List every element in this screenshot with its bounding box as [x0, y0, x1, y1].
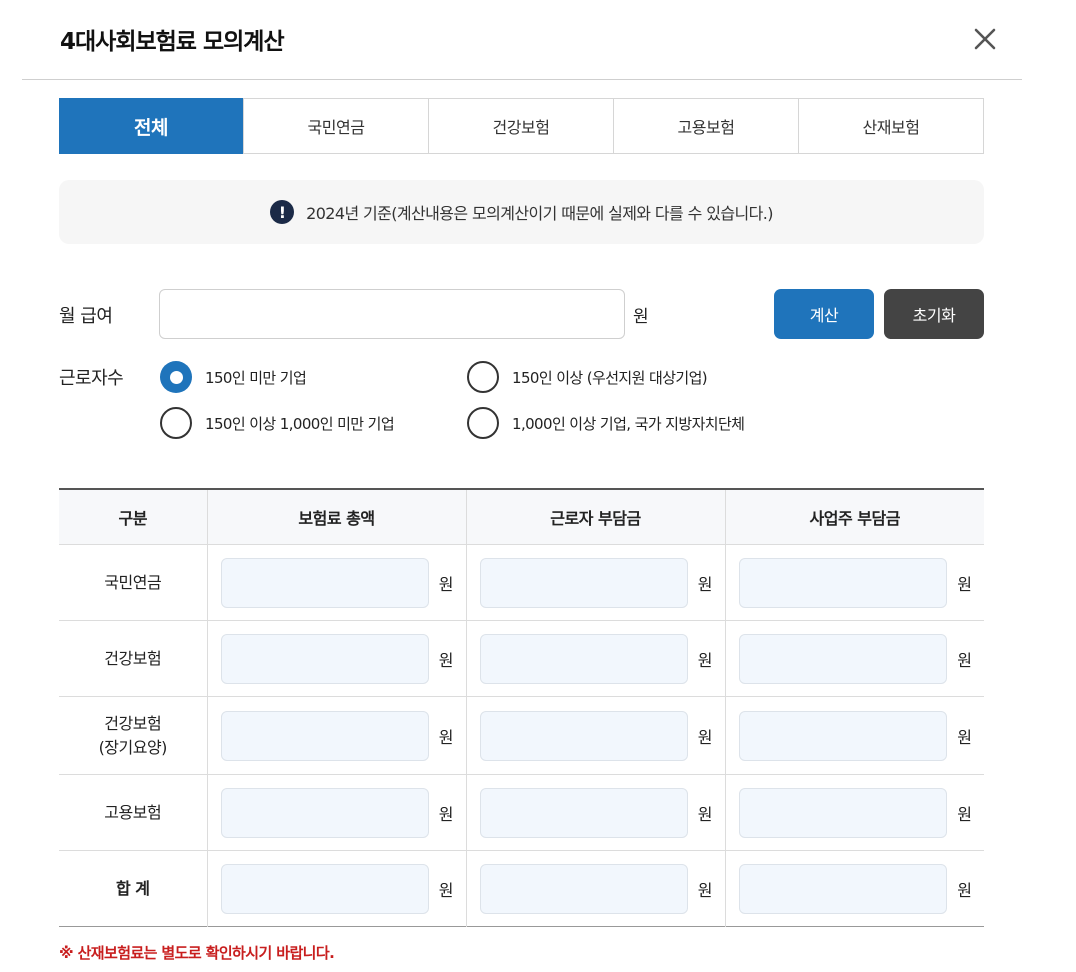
unit-label: 원 — [438, 880, 454, 900]
radio-over-1000-government[interactable]: 1,000인 이상 기업, 국가 지방자치단체 — [467, 407, 745, 439]
radio-label: 1,000인 이상 기업, 국가 지방자치단체 — [512, 414, 745, 433]
radio-label: 150인 이상 (우선지원 대상기업) — [512, 368, 708, 387]
table-row: 합 계 원 원 원 — [59, 850, 984, 927]
employment-total-field[interactable] — [220, 787, 429, 838]
unit-label: 원 — [697, 727, 713, 747]
tab-all[interactable]: 전체 — [59, 98, 243, 154]
unit-label: 원 — [438, 727, 454, 747]
exclamation-icon: ! — [270, 200, 295, 224]
unit-label: 원 — [438, 804, 454, 824]
radio-under-150[interactable]: 150인 미만 기업 — [160, 361, 307, 393]
health-employer-field[interactable] — [738, 633, 948, 684]
longterm-employer-field[interactable] — [738, 710, 948, 761]
pension-employee-field[interactable] — [479, 557, 688, 608]
unit-label: 원 — [957, 574, 972, 594]
calculate-button[interactable]: 계산 — [774, 289, 874, 339]
employment-employee-field[interactable] — [479, 787, 688, 838]
unit-label: 원 — [438, 574, 454, 594]
notice-box: ! 2024년 기준(계산내용은 모의계산이기 때문에 실제와 다를 수 있습니… — [59, 180, 984, 244]
unit-label: 원 — [438, 650, 454, 670]
radio-circle — [467, 361, 499, 393]
unit-label: 원 — [957, 727, 972, 747]
tab-health-insurance[interactable]: 건강보험 — [428, 99, 613, 153]
notice-text: 2024년 기준(계산내용은 모의계산이기 때문에 실제와 다를 수 있습니다.… — [306, 204, 773, 223]
employment-employer-field[interactable] — [738, 787, 948, 838]
premium-table: 구분 보험료 총액 근로자 부담금 사업주 부담금 국민연금 원 원 원 건강보… — [59, 488, 984, 927]
health-total-field[interactable] — [220, 633, 429, 684]
row-label-long-term-care: 건강보험 (장기요양) — [59, 696, 207, 775]
radio-150-to-1000[interactable]: 150인 이상 1,000인 미만 기업 — [160, 407, 395, 439]
unit-label: 원 — [957, 804, 972, 824]
header-employer: 사업주 부담금 — [724, 489, 984, 545]
table-row: 고용보험 원 원 원 — [59, 774, 984, 851]
dialog-header: 4대사회보험료 모의계산 — [22, 0, 1022, 80]
unit-label: 원 — [697, 880, 713, 900]
row-label-line1: 건강보험 — [104, 713, 162, 733]
radio-label: 150인 미만 기업 — [205, 368, 307, 387]
radio-circle — [160, 361, 192, 393]
row-label-employment-insurance: 고용보험 — [59, 774, 207, 851]
table-header-row: 구분 보험료 총액 근로자 부담금 사업주 부담금 — [59, 489, 984, 545]
table-row: 국민연금 원 원 원 — [59, 544, 984, 621]
radio-circle — [160, 407, 192, 439]
radio-circle — [467, 407, 499, 439]
dialog-title: 4대사회보험료 모의계산 — [60, 29, 285, 55]
header-total: 보험료 총액 — [206, 489, 466, 545]
salary-label: 월 급여 — [59, 306, 113, 327]
table-row: 건강보험 원 원 원 — [59, 620, 984, 697]
radio-over-150-priority[interactable]: 150인 이상 (우선지원 대상기업) — [467, 361, 708, 393]
unit-label: 원 — [697, 574, 713, 594]
footnote: ※ 산재보험료는 별도로 확인하시기 바랍니다. — [59, 944, 335, 962]
radio-label: 150인 이상 1,000인 미만 기업 — [205, 414, 395, 433]
sum-total-field[interactable] — [220, 863, 429, 914]
header-employee: 근로자 부담금 — [465, 489, 725, 545]
row-label-health-insurance: 건강보험 — [59, 620, 207, 697]
row-label-line2: (장기요양) — [98, 737, 168, 757]
tab-bar: 전체 국민연금 건강보험 고용보험 산재보험 — [59, 98, 984, 154]
tab-industrial-accident[interactable]: 산재보험 — [798, 99, 983, 153]
tab-employment-insurance[interactable]: 고용보험 — [613, 99, 798, 153]
longterm-employee-field[interactable] — [479, 710, 688, 761]
tab-national-pension[interactable]: 국민연금 — [243, 99, 428, 153]
unit-label: 원 — [697, 804, 713, 824]
longterm-total-field[interactable] — [220, 710, 429, 761]
unit-label: 원 — [697, 650, 713, 670]
workers-label: 근로자수 — [59, 368, 124, 389]
reset-button[interactable]: 초기화 — [884, 289, 984, 339]
health-employee-field[interactable] — [479, 633, 688, 684]
pension-total-field[interactable] — [220, 557, 429, 608]
sum-employee-field[interactable] — [479, 863, 688, 914]
row-label-national-pension: 국민연금 — [59, 544, 207, 621]
table-row: 건강보험 (장기요양) 원 원 원 — [59, 696, 984, 775]
header-category: 구분 — [59, 489, 207, 545]
salary-unit: 원 — [633, 307, 649, 327]
unit-label: 원 — [957, 650, 972, 670]
unit-label: 원 — [957, 880, 972, 900]
pension-employer-field[interactable] — [738, 557, 948, 608]
row-label-total: 합 계 — [115, 878, 150, 898]
close-icon[interactable] — [970, 24, 1000, 54]
sum-employer-field[interactable] — [738, 863, 948, 914]
salary-input[interactable] — [159, 289, 625, 339]
